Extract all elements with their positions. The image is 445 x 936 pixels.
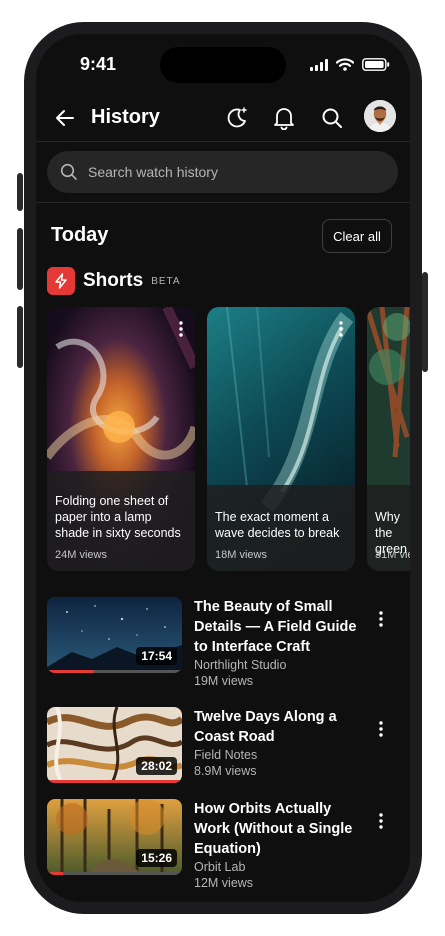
search-icon — [322, 108, 342, 128]
search-divider — [36, 202, 410, 203]
video-channel: Northlight Studio — [194, 658, 287, 672]
watch-progress — [47, 780, 182, 783]
header-divider — [36, 141, 410, 142]
short-card[interactable]: Folding one sheet of paper into a lamp s… — [47, 307, 195, 571]
section-title: Today — [51, 224, 109, 246]
volume-up-button — [17, 228, 23, 290]
wifi-icon — [336, 58, 354, 71]
video-thumbnail: 28:02 — [47, 707, 182, 783]
arrow-left-icon — [56, 110, 74, 126]
video-thumbnail: 15:26 — [47, 799, 182, 875]
progress-track — [47, 872, 182, 875]
more-vertical-icon — [379, 611, 383, 627]
search-bar[interactable]: Search watch history — [47, 151, 398, 193]
duration-badge: 28:02 — [136, 757, 177, 775]
cellular-signal-icon — [310, 58, 328, 71]
short-views: 24M views — [55, 549, 107, 561]
more-vertical-icon — [379, 813, 383, 829]
video-title: How Orbits Actually Work (Without a Sing… — [194, 801, 353, 857]
history-video-item[interactable]: 15:26 How Orbits Actually Work (Without … — [47, 799, 399, 890]
volume-down-button — [17, 306, 23, 368]
watch-progress — [47, 872, 64, 875]
video-thumbnail: 17:54 — [47, 597, 182, 673]
video-views: 12M views — [194, 876, 254, 890]
short-caption: Folding one sheet of paper into a lamp s… — [55, 494, 181, 540]
status-icons — [310, 58, 390, 71]
page-title: History — [91, 106, 160, 128]
action-button — [17, 173, 23, 211]
video-more-button[interactable] — [379, 721, 383, 742]
sleep-timer-button[interactable] — [223, 104, 251, 132]
short-card[interactable]: The exact moment a wave decides to break… — [207, 307, 355, 571]
shorts-header: Shorts BETA — [47, 267, 181, 295]
video-more-button[interactable] — [379, 813, 383, 834]
status-time: 9:41 — [80, 54, 117, 74]
search-button[interactable] — [318, 104, 346, 132]
video-channel: Orbit Lab — [194, 860, 246, 874]
shorts-logo — [47, 267, 75, 295]
short-caption: The exact moment a wave decides to break — [215, 510, 340, 540]
watch-progress — [47, 670, 95, 673]
video-title: The Beauty of Small Details — A Field Gu… — [194, 599, 357, 655]
short-card[interactable]: Why the green 31M views — [367, 307, 410, 571]
video-channel: Field Notes — [194, 748, 258, 762]
video-title: Twelve Days Along a Coast Road — [194, 709, 337, 745]
more-vertical-icon — [179, 321, 183, 337]
screen: 9:41 History Search watch history Today … — [36, 34, 410, 902]
duration-badge: 17:54 — [136, 647, 177, 665]
more-vertical-icon — [379, 721, 383, 737]
video-views: 19M views — [194, 674, 254, 688]
moon-sparkle-icon — [227, 107, 247, 128]
search-placeholder: Search watch history — [88, 164, 218, 180]
short-views: 18M views — [215, 549, 267, 561]
duration-badge: 15:26 — [136, 849, 177, 867]
notifications-button[interactable] — [270, 104, 298, 132]
back-button[interactable] — [51, 104, 79, 132]
lightning-icon — [55, 273, 67, 289]
short-more-button[interactable] — [339, 321, 343, 342]
clear-all-button[interactable]: Clear all — [322, 219, 392, 253]
profile-photo — [364, 100, 396, 132]
beta-badge: BETA — [151, 275, 181, 287]
bell-icon — [274, 108, 294, 130]
more-vertical-icon — [339, 321, 343, 337]
short-views: 31M views — [375, 549, 410, 561]
history-video-item[interactable]: 17:54 The Beauty of Small Details — A Fi… — [47, 597, 399, 688]
short-more-button[interactable] — [179, 321, 183, 342]
app-bar: History — [36, 94, 410, 142]
dynamic-island — [160, 47, 286, 83]
battery-icon — [362, 58, 390, 71]
power-button — [422, 272, 428, 372]
avatar[interactable] — [364, 100, 396, 132]
history-video-item[interactable]: 28:02 Twelve Days Along a Coast Road Fie… — [47, 707, 399, 787]
video-views: 8.9M views — [194, 764, 257, 778]
search-icon — [60, 163, 77, 180]
shorts-title: Shorts — [83, 270, 144, 291]
video-more-button[interactable] — [379, 611, 383, 632]
